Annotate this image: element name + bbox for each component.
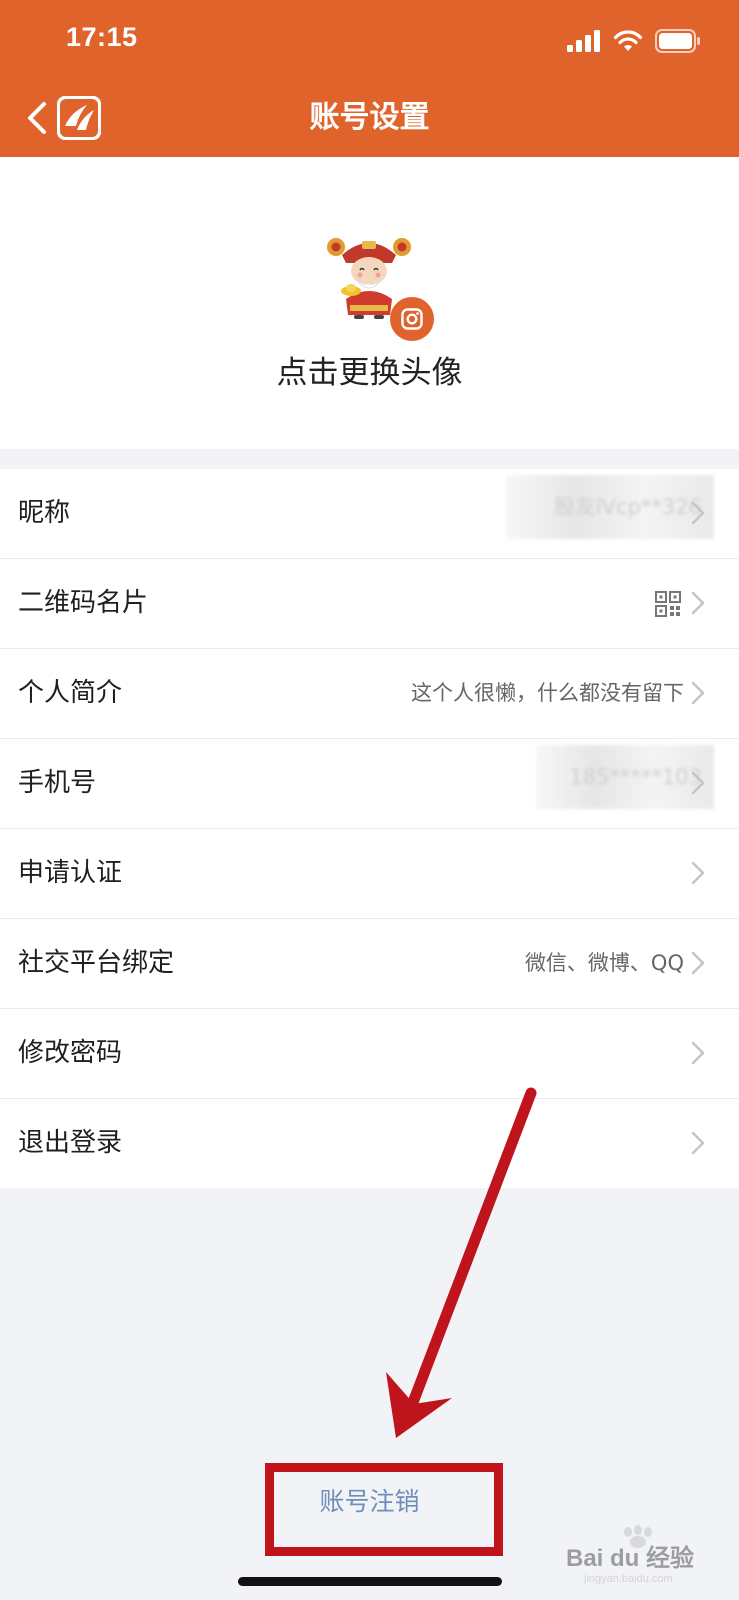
page-title: 账号设置 bbox=[309, 100, 430, 135]
row-label: 修改密码 bbox=[18, 1038, 123, 1068]
chevron-right-icon bbox=[691, 681, 705, 705]
settings-row-social-binding[interactable]: 社交平台绑定 微信、微博、QQ bbox=[0, 919, 739, 1009]
chevron-right-icon bbox=[691, 771, 705, 795]
signal-icon bbox=[567, 30, 600, 52]
chevron-right-icon bbox=[691, 1131, 705, 1155]
chevron-right-icon bbox=[691, 591, 705, 615]
row-label: 申请认证 bbox=[18, 858, 123, 888]
settings-row-change-password[interactable]: 修改密码 bbox=[0, 1009, 739, 1099]
app-header: 17:15 账号设置 bbox=[0, 0, 739, 157]
social-binding-value: 微信、微博、QQ bbox=[524, 951, 684, 975]
phone-value-blurred: 185*****103 bbox=[536, 745, 714, 809]
row-label: 社交平台绑定 bbox=[18, 948, 175, 978]
settings-row-verification[interactable]: 申请认证 bbox=[0, 829, 739, 919]
settings-row-nickname[interactable]: 昵称 股友lVcp**326 bbox=[0, 469, 739, 559]
row-label: 退出登录 bbox=[18, 1128, 123, 1158]
watermark-text: Bai du 经验 bbox=[566, 1544, 694, 1572]
chevron-right-icon bbox=[691, 501, 705, 525]
home-indicator bbox=[238, 1577, 502, 1586]
row-label: 昵称 bbox=[18, 498, 71, 528]
bio-value: 这个人很懒，什么都没有留下 bbox=[411, 681, 684, 705]
watermark-url: jingyan.baidu.com bbox=[583, 1573, 673, 1584]
nickname-value-blurred: 股友lVcp**326 bbox=[506, 475, 714, 539]
tutorial-highlight-box bbox=[265, 1463, 503, 1556]
status-icons bbox=[567, 26, 701, 56]
camera-icon bbox=[401, 308, 423, 330]
settings-row-qr-card[interactable]: 二维码名片 bbox=[0, 559, 739, 649]
change-avatar-camera-button[interactable] bbox=[390, 297, 434, 341]
settings-list: 昵称 股友lVcp**326 二维码名片 个人简介 这个人很懒，什么都没有留下 bbox=[0, 469, 739, 1188]
chevron-right-icon bbox=[691, 951, 705, 975]
baidu-jingyan-watermark: Bai du 经验 jingyan.baidu.com bbox=[566, 1525, 694, 1584]
settings-row-logout[interactable]: 退出登录 bbox=[0, 1099, 739, 1188]
chevron-right-icon bbox=[691, 861, 705, 885]
settings-row-phone[interactable]: 手机号 185*****103 bbox=[0, 739, 739, 829]
change-avatar-label[interactable]: 点击更换头像 bbox=[0, 351, 739, 395]
row-label: 手机号 bbox=[18, 768, 97, 798]
chevron-right-icon bbox=[691, 1041, 705, 1065]
row-label: 个人简介 bbox=[18, 678, 123, 708]
status-time: 17:15 bbox=[66, 22, 138, 52]
wifi-icon bbox=[613, 30, 643, 51]
qr-code-icon bbox=[655, 591, 681, 617]
row-label: 二维码名片 bbox=[18, 588, 149, 618]
battery-icon bbox=[655, 29, 700, 53]
settings-row-bio[interactable]: 个人简介 这个人很懒，什么都没有留下 bbox=[0, 649, 739, 739]
avatar-section[interactable]: 点击更换头像 bbox=[0, 157, 739, 449]
